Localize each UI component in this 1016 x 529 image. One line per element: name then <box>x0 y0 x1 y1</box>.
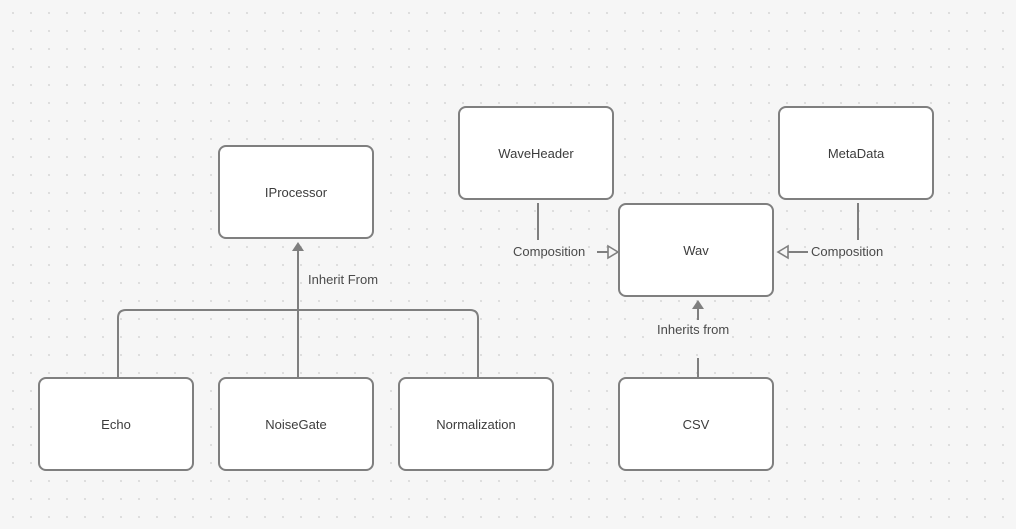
edge-label-composition-left[interactable]: Composition <box>511 244 588 260</box>
node-csv[interactable]: CSV <box>618 377 774 471</box>
node-wav[interactable]: Wav <box>618 203 774 297</box>
connector-echo-to-iprocessor <box>117 309 298 377</box>
composition-arrowhead-right <box>776 244 789 260</box>
node-noisegate[interactable]: NoiseGate <box>218 377 374 471</box>
edge-label-inherits-from[interactable]: Inherits from <box>655 322 732 338</box>
edge-label-inherit-from[interactable]: Inherit From <box>306 272 381 288</box>
node-iprocessor[interactable]: IProcessor <box>218 145 374 239</box>
node-waveheader-label: WaveHeader <box>498 145 574 161</box>
node-normalization[interactable]: Normalization <box>398 377 554 471</box>
node-metadata-label: MetaData <box>827 145 885 161</box>
edge-label-composition-right[interactable]: Composition <box>809 244 886 260</box>
node-echo[interactable]: Echo <box>38 377 194 471</box>
node-iprocessor-label: IProcessor <box>264 184 328 200</box>
connector-normalization-to-iprocessor <box>298 309 479 377</box>
node-metadata[interactable]: MetaData <box>778 106 934 200</box>
node-wav-label: Wav <box>683 242 709 258</box>
node-echo-label: Echo <box>101 416 131 432</box>
node-csv-label: CSV <box>682 416 710 432</box>
node-noisegate-label: NoiseGate <box>265 416 327 432</box>
composition-arrowhead-left <box>607 244 620 260</box>
node-normalization-label: Normalization <box>436 416 516 432</box>
node-waveheader[interactable]: WaveHeader <box>458 106 614 200</box>
diagram-canvas: IProcessor Echo NoiseGate Normalization … <box>0 0 1016 529</box>
inherit-arrowhead-wav <box>692 300 704 309</box>
inherit-arrowhead-iprocessor <box>292 242 304 251</box>
